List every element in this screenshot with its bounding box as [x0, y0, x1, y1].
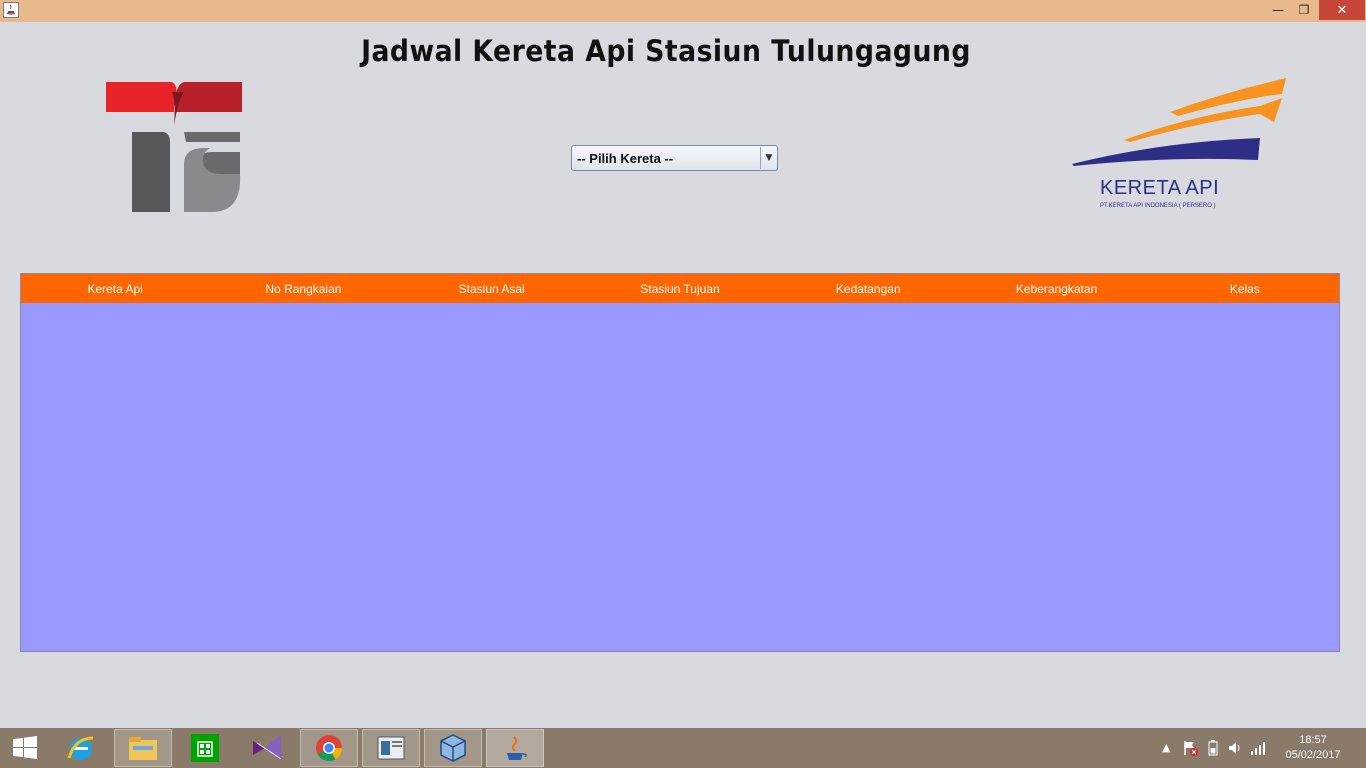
ts-logo	[104, 78, 246, 220]
column-header-keberangkatan[interactable]: Keberangkatan	[962, 274, 1150, 303]
window-title-bar: — ❐ ✕	[0, 0, 1366, 22]
close-button[interactable]: ✕	[1319, 0, 1365, 20]
taskbar-clock[interactable]: 18:57 05/02/2017	[1278, 733, 1348, 763]
column-header-kelas[interactable]: Kelas	[1151, 274, 1339, 303]
kereta-api-logo: KERETA API PT.KERETA API INDONESIA ( PER…	[1070, 76, 1300, 216]
action-center-flag-icon[interactable]	[1182, 740, 1198, 759]
page-title: Jadwal Kereta Api Stasiun Tulungagung	[361, 34, 971, 68]
train-select[interactable]: -- Pilih Kereta -- ▼	[571, 145, 778, 171]
close-icon: ✕	[1336, 2, 1348, 18]
clock-date: 05/02/2017	[1285, 749, 1341, 761]
column-header-no-rangkaian[interactable]: No Rangkaian	[209, 274, 397, 303]
visual-studio-icon[interactable]	[238, 729, 296, 767]
chevron-down-icon[interactable]: ▼	[760, 147, 777, 169]
store-icon[interactable]	[176, 729, 234, 767]
internet-explorer-icon[interactable]	[52, 729, 110, 767]
network-signal-icon[interactable]	[1250, 740, 1266, 759]
minimize-button[interactable]: —	[1265, 0, 1291, 20]
windows-start-icon[interactable]	[0, 729, 50, 767]
volume-icon[interactable]	[1228, 740, 1242, 759]
schedule-table[interactable]: Kereta Api No Rangkaian Stasiun Asal Sta…	[20, 273, 1340, 652]
kereta-api-subtitle: PT.KERETA API INDONESIA ( PERSERO )	[1100, 203, 1216, 209]
column-header-kereta-api[interactable]: Kereta Api	[21, 274, 209, 303]
table-header: Kereta Api No Rangkaian Stasiun Asal Sta…	[21, 274, 1339, 303]
column-header-stasiun-tujuan[interactable]: Stasiun Tujuan	[586, 274, 774, 303]
file-explorer-icon[interactable]	[114, 729, 172, 767]
kereta-api-brand: KERETA API	[1100, 177, 1220, 199]
taskbar: ▲ 18:57 05/02/2017	[0, 728, 1366, 768]
app-window-icon[interactable]	[362, 729, 420, 767]
column-header-stasiun-asal[interactable]: Stasiun Asal	[398, 274, 586, 303]
java-app-icon[interactable]	[3, 2, 19, 18]
system-tray: ▲ 18:57 05/02/2017	[1146, 728, 1366, 768]
clock-time: 18:57	[1299, 734, 1327, 746]
virtualbox-icon[interactable]	[424, 729, 482, 767]
column-header-kedatangan[interactable]: Kedatangan	[774, 274, 962, 303]
restore-button[interactable]: ❐	[1291, 0, 1317, 20]
chrome-icon[interactable]	[300, 729, 358, 767]
show-hidden-icons-button[interactable]: ▲	[1162, 741, 1170, 754]
java-icon[interactable]	[486, 729, 544, 767]
train-select-value: -- Pilih Kereta --	[577, 150, 674, 166]
battery-icon[interactable]	[1208, 740, 1218, 759]
